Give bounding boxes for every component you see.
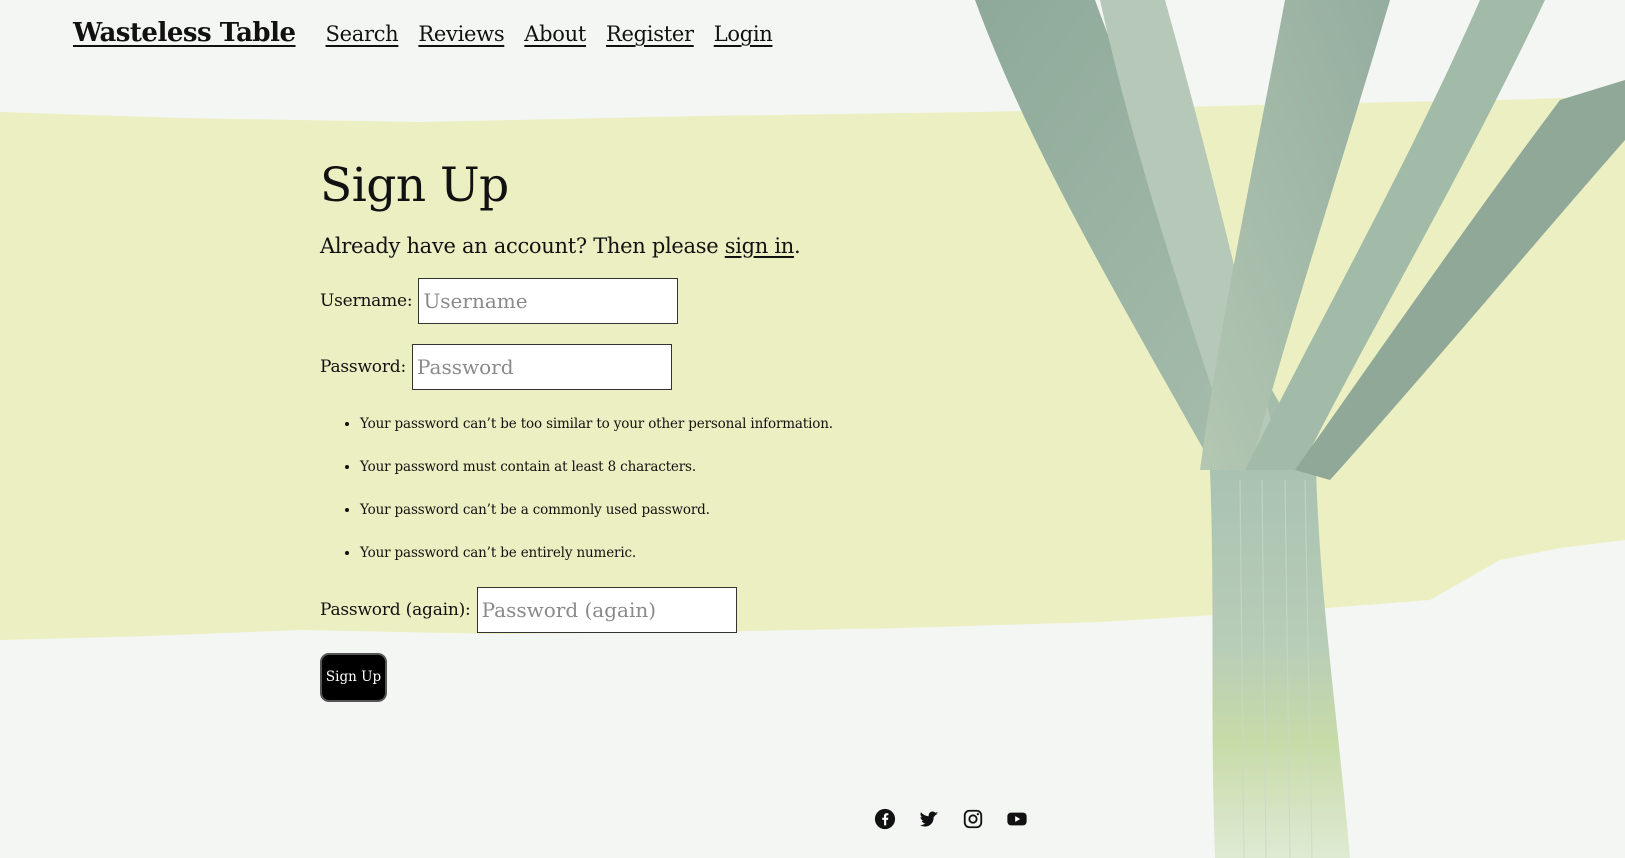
nav-link-search[interactable]: Search (326, 22, 399, 46)
password-again-input[interactable] (476, 586, 737, 633)
navbar: Wasteless Table Search Reviews About Reg… (73, 18, 792, 48)
password-row: Password: (320, 343, 960, 390)
signin-prompt: Already have an account? Then please sig… (320, 234, 960, 258)
password-again-row: Password (again): (320, 586, 960, 633)
signup-form: Username: Password: Your password can’t … (320, 277, 960, 702)
nav-link-about[interactable]: About (524, 22, 586, 46)
page-title: Sign Up (320, 158, 509, 213)
youtube-icon[interactable] (1006, 808, 1028, 830)
username-row: Username: (320, 277, 960, 324)
password-help-list: Your password can’t be too similar to yo… (320, 416, 960, 561)
nav-link-login[interactable]: Login (714, 22, 773, 46)
username-label: Username: (320, 290, 413, 311)
signup-button[interactable]: Sign Up (320, 652, 387, 702)
username-input[interactable] (418, 277, 679, 324)
password-label: Password: (320, 356, 406, 377)
password-help-item: Your password can’t be a commonly used p… (360, 502, 960, 518)
nav-link-register[interactable]: Register (606, 22, 694, 46)
brand-link[interactable]: Wasteless Table (73, 18, 296, 48)
password-help-item: Your password can’t be entirely numeric. (360, 545, 960, 561)
password-help-item: Your password can’t be too similar to yo… (360, 416, 960, 432)
password-again-label: Password (again): (320, 599, 471, 620)
password-help-item: Your password must contain at least 8 ch… (360, 459, 960, 475)
password-input[interactable] (411, 343, 672, 390)
twitter-icon[interactable] (918, 808, 940, 830)
nav-link-reviews[interactable]: Reviews (418, 22, 504, 46)
signin-prompt-text: Already have an account? Then please (320, 233, 725, 258)
signin-prompt-suffix: . (794, 233, 801, 258)
social-links (874, 808, 1028, 830)
facebook-icon[interactable] (874, 808, 896, 830)
signin-link[interactable]: sign in (725, 234, 795, 258)
signup-section: Sign Up Already have an account? Then pl… (320, 160, 960, 702)
instagram-icon[interactable] (962, 808, 984, 830)
